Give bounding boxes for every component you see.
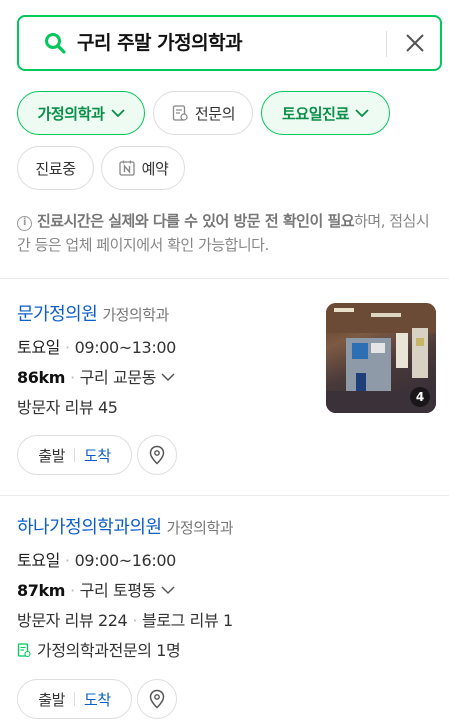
blog-reviews: 블로그 리뷰 1 [142, 611, 233, 630]
visitor-reviews: 방문자 리뷰 45 [17, 398, 118, 417]
search-input[interactable]: 구리 주말 가정의학과 [77, 30, 243, 56]
hours-notice: i 진료시간은 실제와 다를 수 있어 방문 전 확인이 필요하며, 점심시간 등… [17, 209, 437, 257]
filter-chip-open-now[interactable]: 진료중 [17, 146, 94, 190]
chevron-down-icon [161, 373, 175, 382]
arrive-button[interactable]: 도착 [84, 689, 111, 710]
result-title-row: 하나가정의학과의원 가정의학과 [17, 516, 437, 540]
chip-label: 전문의 [194, 104, 236, 123]
hours-time: 09:00~16:00 [74, 551, 177, 570]
arrive-button[interactable]: 도착 [84, 445, 111, 466]
naver-n-icon [118, 160, 135, 176]
place-category: 가정의학과 [166, 519, 234, 537]
distance-line[interactable]: 87km · 구리 토평동 [17, 580, 175, 602]
divider [386, 31, 387, 57]
review-count: 방문자 리뷰 224 · 블로그 리뷰 1 [17, 611, 233, 630]
map-pin-icon [149, 445, 165, 465]
search-icon [45, 33, 66, 54]
distance: 87km [17, 581, 65, 600]
hours-line: 토요일 · 09:00~13:00 [17, 338, 177, 357]
distance-line[interactable]: 86km · 구리 교문동 [17, 367, 175, 389]
hours-day: 토요일 [17, 338, 60, 357]
section-divider [0, 495, 449, 496]
place-name-link[interactable]: 문가정의원 [17, 304, 98, 325]
result-item[interactable]: 문가정의원 가정의학과 토요일 · 09:00~13:00 86km · 구리 교문동 방… [17, 303, 437, 478]
section-divider [0, 278, 449, 279]
visitor-reviews: 방문자 리뷰 224 [17, 611, 128, 630]
chip-label: 가정의학과 [37, 104, 105, 123]
area: 구리 교문동 [79, 368, 157, 387]
hours-day: 토요일 [17, 551, 60, 570]
hours-time: 09:00~13:00 [74, 338, 177, 357]
chevron-down-icon [355, 109, 369, 118]
area: 구리 토평동 [79, 581, 157, 600]
specialist-count: 가정의학과전문의 1명 [37, 641, 181, 660]
chevron-down-icon [110, 109, 125, 118]
filter-chip-specialist[interactable]: 전문의 [153, 91, 253, 135]
directions-button[interactable]: 출발 도착 [17, 679, 132, 719]
map-pin-button[interactable] [137, 679, 177, 719]
review-count: 방문자 리뷰 45 [17, 397, 118, 419]
close-icon[interactable] [404, 32, 426, 54]
result-item[interactable]: 하나가정의학과의원 가정의학과 토요일 · 09:00~16:00 87km · 구리 토… [17, 516, 437, 721]
map-pin-button[interactable] [137, 435, 177, 475]
hours-line: 토요일 · 09:00~16:00 [17, 551, 177, 570]
depart-button[interactable]: 출발 [38, 689, 65, 710]
directions-button[interactable]: 출발 도착 [17, 435, 132, 475]
depart-button[interactable]: 출발 [38, 445, 65, 466]
doctor-doc-icon [17, 643, 31, 658]
place-category: 가정의학과 [102, 306, 169, 324]
filter-chip-saturday[interactable]: 토요일진료 [261, 91, 390, 135]
specialist-line: 가정의학과전문의 1명 [17, 640, 181, 662]
map-pin-icon [149, 689, 165, 709]
filter-chip-reservation[interactable]: 예약 [101, 146, 185, 190]
place-name-link[interactable]: 하나가정의학과의원 [17, 517, 162, 538]
chip-label: 토요일진료 [281, 104, 349, 123]
notice-bold-text: 진료시간은 실제와 다를 수 있어 방문 전 확인이 필요 [37, 212, 355, 230]
place-photo[interactable]: 4 [326, 303, 436, 413]
search-bar[interactable]: 구리 주말 가정의학과 [17, 15, 442, 71]
chip-label: 예약 [141, 159, 169, 178]
photo-count-badge: 4 [410, 387, 430, 407]
info-icon: i [17, 216, 32, 231]
chevron-down-icon [161, 586, 175, 595]
doctor-doc-icon [172, 105, 188, 121]
filter-chip-family-medicine[interactable]: 가정의학과 [17, 91, 145, 135]
chip-label: 진료중 [35, 159, 76, 178]
distance: 86km [17, 368, 65, 387]
